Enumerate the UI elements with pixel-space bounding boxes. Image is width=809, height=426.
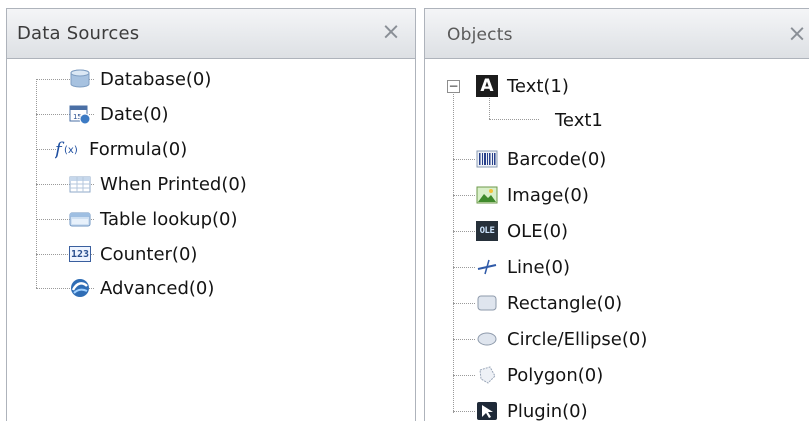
tree-item-plugin[interactable]: Plugin(0)	[476, 396, 588, 426]
ole-icon: OLE	[476, 220, 498, 242]
plugin-icon	[476, 400, 498, 422]
tree-item-label: Formula(0)	[89, 138, 188, 160]
tree-item-formula[interactable]: f (x) Formula(0)	[55, 134, 187, 164]
data-sources-tree: Database(0) 15 Date(0) f (x) Formula(0) …	[7, 59, 415, 421]
text-a-icon: A	[476, 75, 498, 97]
tree-item-text[interactable]: A Text(1)	[476, 71, 569, 101]
tree-connector	[453, 231, 475, 232]
tree-item-when-printed[interactable]: When Printed(0)	[69, 169, 247, 199]
tree-item-text1[interactable]: Text1	[555, 105, 603, 135]
tree-item-date[interactable]: 15 Date(0)	[69, 99, 169, 129]
table-lookup-icon	[69, 208, 91, 230]
line-icon	[476, 256, 498, 278]
image-icon	[476, 184, 498, 206]
tree-item-rectangle[interactable]: Rectangle(0)	[476, 288, 622, 318]
tree-item-label: Advanced(0)	[100, 277, 215, 299]
tree-item-database[interactable]: Database(0)	[69, 64, 211, 94]
data-sources-title: Data Sources	[17, 23, 140, 44]
advanced-icon	[69, 277, 91, 299]
tree-item-line[interactable]: Line(0)	[476, 252, 570, 282]
tree-item-table-lookup[interactable]: Table lookup(0)	[69, 204, 238, 234]
tree-item-label: Database(0)	[100, 68, 212, 90]
objects-header: Objects ×	[425, 9, 809, 59]
rectangle-icon	[476, 292, 498, 314]
tree-item-label: Date(0)	[100, 103, 169, 125]
tree-item-label: When Printed(0)	[100, 173, 247, 195]
tree-item-image[interactable]: Image(0)	[476, 180, 589, 210]
tree-connector	[453, 411, 475, 412]
calendar-icon: 15	[69, 103, 91, 125]
text-a-glyph: A	[476, 75, 498, 97]
tree-item-label: OLE(0)	[507, 220, 569, 242]
tree-item-label: Rectangle(0)	[507, 292, 623, 314]
tree-item-label: Table lookup(0)	[100, 208, 238, 230]
tree-item-advanced[interactable]: Advanced(0)	[69, 273, 214, 303]
tree-connector	[453, 375, 475, 376]
tree-connector	[453, 159, 475, 160]
polygon-icon	[476, 364, 498, 386]
tree-item-label: Counter(0)	[100, 243, 198, 265]
database-icon	[69, 68, 91, 90]
table-grid-icon	[69, 173, 91, 195]
tree-item-label: Text1	[555, 109, 603, 131]
tree-connector	[453, 86, 454, 413]
counter-123-icon: 123	[69, 243, 91, 265]
tree-item-circle-ellipse[interactable]: Circle/Ellipse(0)	[476, 324, 647, 354]
data-sources-header: Data Sources ×	[7, 9, 415, 59]
tree-connector	[489, 119, 539, 120]
ellipse-icon	[476, 328, 498, 350]
counter-badge: 123	[69, 246, 91, 262]
tree-connector	[453, 267, 475, 268]
tree-item-label: Plugin(0)	[507, 400, 588, 422]
data-sources-close-icon[interactable]: ×	[379, 19, 403, 45]
tree-item-label: Line(0)	[507, 256, 571, 278]
tree-item-polygon[interactable]: Polygon(0)	[476, 360, 603, 390]
tree-item-counter[interactable]: 123 Counter(0)	[69, 239, 197, 269]
tree-connector	[36, 149, 56, 150]
tree-connector	[453, 339, 475, 340]
objects-tree: − A Text(1) Text1 Barcode(0) Image(0) OL…	[425, 59, 809, 422]
tree-item-ole[interactable]: OLE OLE(0)	[476, 216, 568, 246]
objects-title: Objects	[447, 25, 513, 45]
objects-close-icon[interactable]: ×	[785, 21, 809, 47]
objects-panel: Objects × − A Text(1) Text1 Barcode(0) I…	[424, 8, 809, 422]
ole-badge: OLE	[476, 221, 498, 241]
tree-connector	[453, 303, 475, 304]
formula-icon: f (x)	[55, 138, 85, 160]
tree-connector	[453, 195, 475, 196]
collapse-toggle[interactable]: −	[447, 80, 460, 93]
tree-item-label: Barcode(0)	[507, 148, 607, 170]
data-sources-panel: Data Sources × Database(0) 15 Date(0) f …	[6, 8, 416, 421]
tree-item-label: Image(0)	[507, 184, 589, 206]
svg-text:(x): (x)	[64, 145, 78, 156]
tree-item-label: Text(1)	[507, 75, 569, 97]
tree-item-label: Polygon(0)	[507, 364, 604, 386]
barcode-icon	[476, 148, 498, 170]
tree-item-label: Circle/Ellipse(0)	[507, 328, 648, 350]
tree-item-barcode[interactable]: Barcode(0)	[476, 144, 606, 174]
